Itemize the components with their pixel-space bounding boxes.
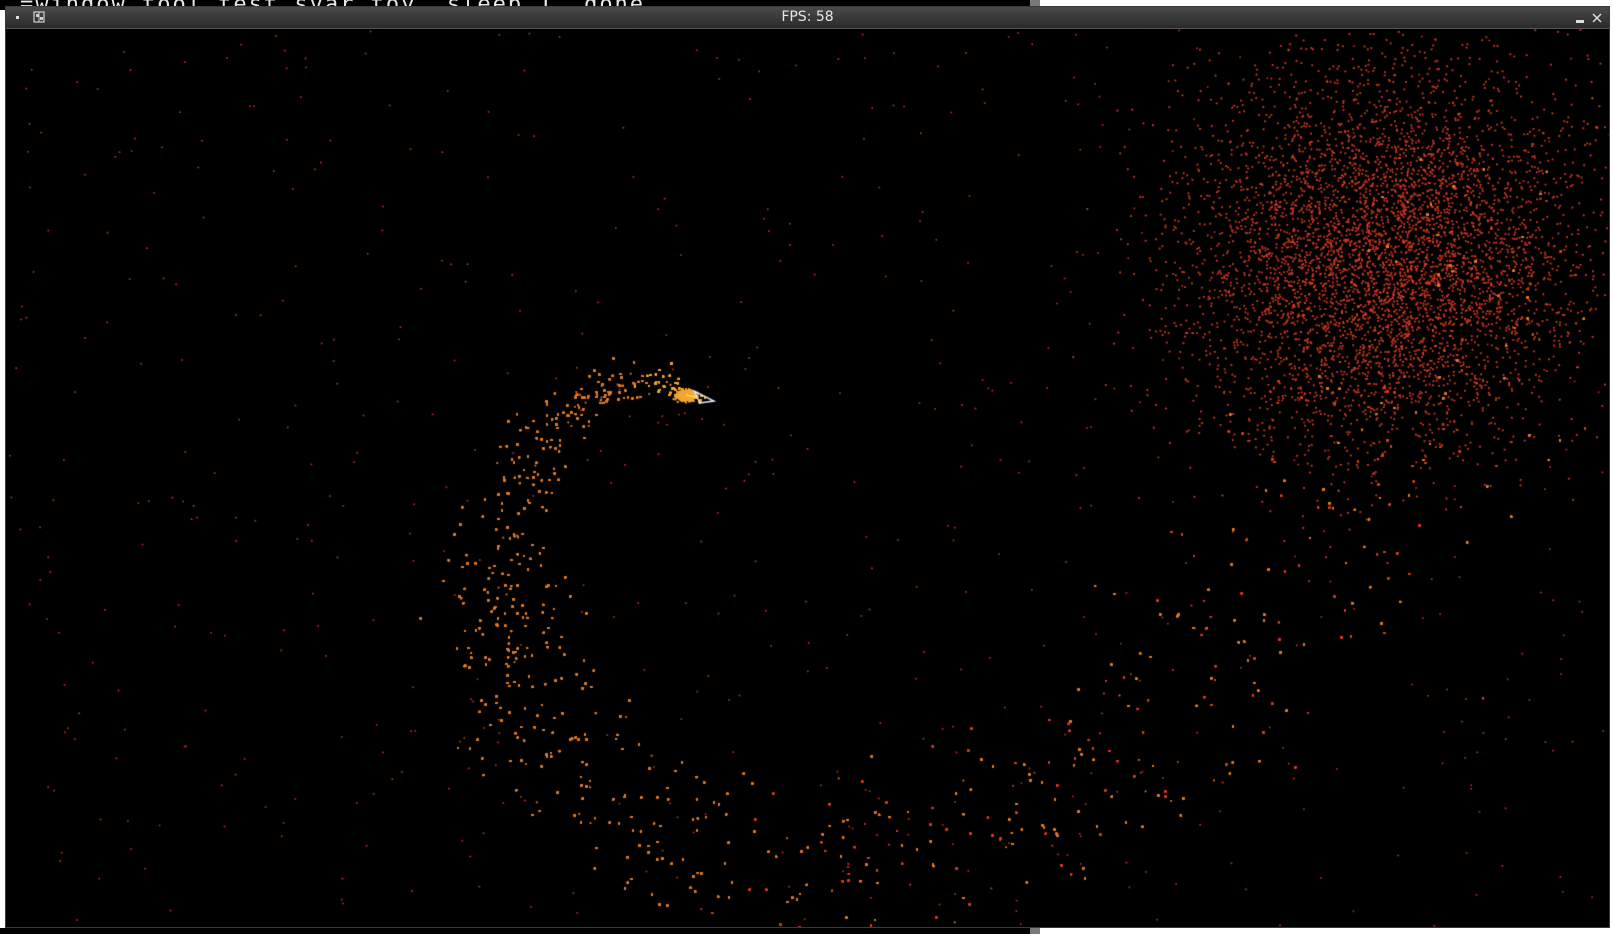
particle-canvas[interactable] xyxy=(6,29,1609,927)
window-title: FPS: 58 xyxy=(781,9,834,25)
app-window[interactable]: FPS: 58 xyxy=(5,6,1610,928)
close-icon xyxy=(1592,13,1602,23)
background-terminal-bottom xyxy=(0,928,1030,934)
screen: =window tool test svar toy sleep 1 done … xyxy=(0,0,1613,934)
title-bar[interactable]: FPS: 58 xyxy=(6,7,1609,29)
background-divider xyxy=(1030,928,1040,934)
minimize-icon xyxy=(1576,20,1584,23)
close-button[interactable] xyxy=(1590,10,1604,24)
minimize-button[interactable] xyxy=(1573,11,1587,25)
